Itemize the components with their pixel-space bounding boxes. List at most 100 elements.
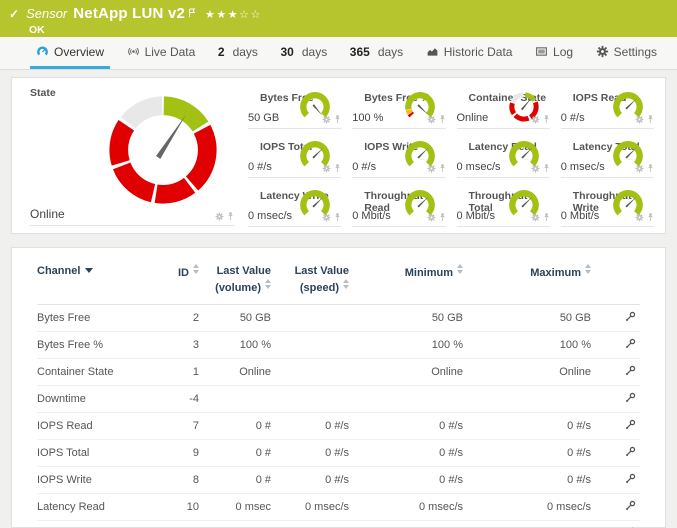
- mini-gauge-tile[interactable]: Container State Online: [451, 82, 555, 131]
- column-header-max[interactable]: Maximum: [463, 264, 591, 304]
- cell-id: 9: [157, 439, 199, 466]
- mini-gauge-tile[interactable]: Latency Total 0 msec/s: [555, 131, 659, 180]
- channel-settings-wrench-icon[interactable]: [625, 338, 636, 349]
- cell-minimum: 100 %: [349, 331, 463, 358]
- mini-gauge-tile[interactable]: Throughput Write 0 Mbit/s: [555, 180, 659, 229]
- cell-last-value-volume: 0 #: [199, 439, 271, 466]
- pin-icon[interactable]: [543, 115, 550, 124]
- mini-gauge-value: Online: [457, 112, 489, 124]
- cell-channel: IOPS Total: [37, 439, 157, 466]
- mini-gauge-tile[interactable]: IOPS Write 0 #/s: [346, 131, 450, 180]
- pin-icon[interactable]: [647, 115, 654, 124]
- mini-gauge-value: 0 #/s: [561, 112, 585, 124]
- gear-icon[interactable]: [531, 115, 540, 124]
- gear-icon[interactable]: [635, 213, 644, 222]
- channel-table-header-row: ChannelIDLast Value(volume)Last Value(sp…: [37, 264, 640, 304]
- column-header-id[interactable]: ID: [157, 264, 199, 304]
- mini-gauge-value: 0 Mbit/s: [561, 210, 600, 222]
- channel-settings-wrench-icon[interactable]: [625, 365, 636, 376]
- mini-gauge-tile[interactable]: Latency Write 0 msec/s: [242, 180, 346, 229]
- object-kind-label: Sensor: [26, 7, 67, 22]
- priority-stars[interactable]: ★★★☆☆: [205, 9, 262, 22]
- cell-minimum: 0 #/s: [349, 439, 463, 466]
- mini-gauge-tile[interactable]: Throughput Read 0 Mbit/s: [346, 180, 450, 229]
- pin-icon[interactable]: [439, 213, 446, 222]
- gear-icon[interactable]: [531, 213, 540, 222]
- channel-settings-wrench-icon[interactable]: [625, 473, 636, 484]
- cell-last-value-volume: 0 msec: [199, 493, 271, 520]
- mini-gauge-value: 0 Mbit/s: [352, 210, 391, 222]
- channel-settings-wrench-icon[interactable]: [625, 392, 636, 403]
- pin-icon[interactable]: [334, 115, 341, 124]
- gear-icon[interactable]: [427, 213, 436, 222]
- mini-gauge-tile[interactable]: Latency Read 0 msec/s: [451, 131, 555, 180]
- pin-icon[interactable]: [647, 213, 654, 222]
- mini-gauge-tile[interactable]: Bytes Free % 100 %: [346, 82, 450, 131]
- pin-icon[interactable]: [334, 213, 341, 222]
- tab-label: Log: [553, 45, 573, 59]
- mini-gauge-tile[interactable]: Bytes Free 50 GB: [242, 82, 346, 131]
- pin-icon[interactable]: [334, 164, 341, 173]
- gear-icon[interactable]: [635, 115, 644, 124]
- cell-id: 12: [157, 520, 199, 528]
- gear-icon[interactable]: [427, 115, 436, 124]
- mini-gauge-value: 0 #/s: [352, 161, 376, 173]
- mini-gauge-tile[interactable]: Throughput Total 0 Mbit/s: [451, 180, 555, 229]
- pin-icon[interactable]: [439, 164, 446, 173]
- column-header-min[interactable]: Minimum: [349, 264, 463, 304]
- cell-last-value-volume: [199, 385, 271, 412]
- column-header-speed[interactable]: Last Value(speed): [271, 264, 349, 304]
- pin-icon[interactable]: [439, 115, 446, 124]
- pin-icon[interactable]: [543, 164, 550, 173]
- content-area: State Online Bytes Free 50 GB: [0, 70, 677, 528]
- chart-icon: [426, 45, 439, 58]
- channel-settings-wrench-icon[interactable]: [625, 500, 636, 511]
- cell-channel: IOPS Read: [37, 412, 157, 439]
- flag-icon[interactable]: [188, 5, 196, 23]
- cell-maximum: 50 GB: [463, 304, 591, 331]
- column-label: Minimum: [405, 267, 453, 279]
- cell-last-value-speed: 0 #/s: [271, 439, 349, 466]
- pin-icon[interactable]: [647, 164, 654, 173]
- tab-days-2[interactable]: 2days: [212, 37, 264, 69]
- channel-settings-wrench-icon[interactable]: [625, 311, 636, 322]
- column-label: Maximum: [530, 267, 581, 279]
- pin-icon[interactable]: [543, 213, 550, 222]
- tab-live-data[interactable]: Live Data: [121, 37, 202, 69]
- mini-gauge-tile[interactable]: IOPS Read 0 #/s: [555, 82, 659, 131]
- channel-settings-wrench-icon[interactable]: [625, 419, 636, 430]
- state-gauge-tile[interactable]: State Online: [18, 82, 240, 229]
- cell-id: 2: [157, 304, 199, 331]
- tab-log[interactable]: Log: [529, 37, 579, 69]
- cell-maximum: 0 #/s: [463, 412, 591, 439]
- mini-gauge-value: 50 GB: [248, 112, 279, 124]
- column-label-line2: (speed): [300, 282, 339, 294]
- tab-days-365[interactable]: 365days: [344, 37, 409, 69]
- gear-icon[interactable]: [215, 212, 224, 221]
- cell-maximum: [463, 385, 591, 412]
- gear-icon[interactable]: [635, 164, 644, 173]
- pin-icon[interactable]: [227, 212, 234, 221]
- cell-minimum: 50 GB: [349, 304, 463, 331]
- tab-settings[interactable]: Settings: [590, 37, 663, 69]
- column-header-channel[interactable]: Channel: [37, 264, 157, 304]
- tab-overview[interactable]: Overview: [30, 37, 110, 69]
- cell-maximum: 0 msec/s: [463, 520, 591, 528]
- column-header-vol[interactable]: Last Value(volume): [199, 264, 271, 304]
- tab-days-30[interactable]: 30days: [275, 37, 334, 69]
- gear-icon[interactable]: [322, 115, 331, 124]
- gear-icon[interactable]: [322, 213, 331, 222]
- gear-icon[interactable]: [427, 164, 436, 173]
- channel-table-row: IOPS Read 7 0 # 0 #/s 0 #/s 0 #/s: [37, 412, 640, 439]
- tab-historic-data[interactable]: Historic Data: [420, 37, 519, 69]
- cell-channel: Latency Total: [37, 520, 157, 528]
- cell-maximum: 100 %: [463, 331, 591, 358]
- cell-id: 10: [157, 493, 199, 520]
- gear-icon[interactable]: [531, 164, 540, 173]
- channel-table-row: IOPS Total 9 0 # 0 #/s 0 #/s 0 #/s: [37, 439, 640, 466]
- cell-channel: IOPS Write: [37, 466, 157, 493]
- gear-icon[interactable]: [322, 164, 331, 173]
- gauges-panel: State Online Bytes Free 50 GB: [11, 77, 666, 234]
- channel-settings-wrench-icon[interactable]: [625, 446, 636, 457]
- mini-gauge-tile[interactable]: IOPS Total 0 #/s: [242, 131, 346, 180]
